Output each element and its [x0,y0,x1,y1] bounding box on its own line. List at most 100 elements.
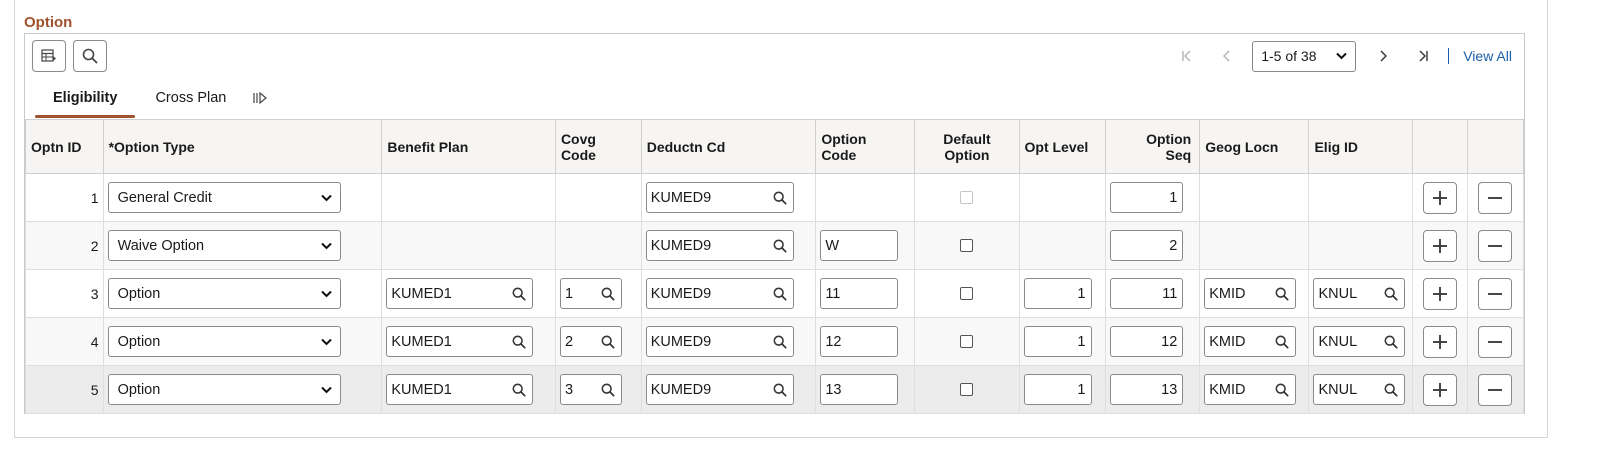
elig-id-prompt[interactable]: KNUL [1313,326,1406,357]
option-seq-value: 13 [1161,381,1178,398]
col-header-optn-id: Optn ID [25,119,104,174]
tab-cross-plan[interactable]: Cross Plan [135,88,244,120]
add-row-button[interactable] [1422,373,1457,406]
covg-code-prompt[interactable]: 1 [559,278,622,309]
previous-page-button[interactable] [1212,41,1242,71]
option-seq-field[interactable]: 11 [1110,278,1184,309]
search-icon [1275,383,1289,397]
benefit-plan-prompt[interactable]: KUMED1 [386,278,534,309]
deductn-cd-value: KUMED9 [650,189,712,206]
option-type-select[interactable]: General Credit [107,182,341,213]
option-code-cell: 13 [815,365,916,414]
default-option-cell [914,221,1020,270]
deductn-cd-prompt[interactable]: KUMED9 [645,230,794,261]
opt-level-field[interactable]: 1 [1023,326,1092,357]
option-type-select[interactable]: Option [107,326,341,357]
delete-row-button[interactable] [1478,277,1513,310]
option-seq-field[interactable]: 13 [1110,374,1184,405]
delete-row-button[interactable] [1478,229,1513,262]
chevron-left-icon [1223,50,1230,62]
header-line: Code [560,146,596,163]
covg-code-cell: 1 [554,269,642,318]
opt-level-cell [1018,221,1107,270]
add-row-cell [1411,221,1468,270]
default-option-checkbox[interactable] [960,239,974,252]
default-option-checkbox[interactable] [960,287,974,300]
option-code-field[interactable]: 11 [820,278,899,309]
header-line: Default [943,130,991,147]
opt-level-cell [1018,173,1107,222]
search-icon [82,48,98,64]
option-seq-field[interactable]: 1 [1110,182,1184,213]
opt-level-field[interactable]: 1 [1023,374,1092,405]
geog-locn-prompt[interactable]: KMID [1204,326,1297,357]
last-page-icon [1419,50,1428,62]
geog-locn-value: KMID [1209,381,1246,398]
last-page-button[interactable] [1408,41,1438,71]
show-all-columns-button[interactable] [244,88,276,120]
add-row-button[interactable] [1422,277,1457,310]
default-option-cell [914,173,1020,222]
option-type-select[interactable]: Option [107,278,341,309]
opt-level-value: 1 [1077,285,1086,302]
add-row-cell [1411,365,1468,414]
benefit-plan-prompt[interactable]: KUMED1 [386,374,534,405]
deductn-cd-prompt[interactable]: KUMED9 [645,182,794,213]
option-code-field[interactable]: 12 [820,326,899,357]
option-code-field[interactable]: 13 [820,374,899,405]
view-all-link[interactable]: View All [1463,48,1512,64]
option-seq-cell: 2 [1105,221,1201,270]
default-option-checkbox[interactable] [960,383,974,396]
col-header-option-type: *Option Type [102,119,383,174]
header-line: Option [1146,130,1192,147]
find-button[interactable] [73,40,107,72]
deductn-cd-cell: KUMED9 [640,269,817,318]
benefit-plan-cell: KUMED1 [381,317,556,366]
elig-id-cell: KNUL [1308,365,1413,414]
grid-tabs: Eligibility Cross Plan [35,88,276,120]
personalize-grid-button[interactable] [32,40,66,72]
page-range-select[interactable]: 1-5 of 38 [1252,40,1357,72]
geog-locn-prompt[interactable]: KMID [1204,278,1297,309]
chevron-down-icon [320,386,332,393]
add-row-button[interactable] [1422,181,1457,214]
geog-locn-cell: KMID [1199,269,1310,318]
covg-code-prompt[interactable]: 2 [559,326,622,357]
pager-divider [1448,48,1450,64]
benefit-plan-prompt[interactable]: KUMED1 [386,326,534,357]
elig-id-value: KNUL [1318,285,1358,302]
delete-row-button[interactable] [1478,373,1513,406]
benefit-plan-value: KUMED1 [391,381,452,398]
option-seq-field[interactable]: 2 [1110,230,1184,261]
option-type-select[interactable]: Waive Option [107,230,341,261]
add-row-button[interactable] [1422,229,1457,262]
next-page-button[interactable] [1368,41,1398,71]
search-icon [512,383,526,397]
deductn-cd-prompt[interactable]: KUMED9 [645,374,794,405]
tab-eligibility[interactable]: Eligibility [35,88,136,120]
deductn-cd-prompt[interactable]: KUMED9 [645,326,794,357]
delete-row-button[interactable] [1478,181,1513,214]
delete-row-cell [1466,221,1525,270]
geog-locn-prompt[interactable]: KMID [1204,374,1297,405]
benefit-plan-value: KUMED1 [391,333,452,350]
default-option-checkbox[interactable] [960,335,974,348]
covg-code-prompt[interactable]: 3 [559,374,622,405]
option-code-field[interactable]: W [820,230,899,261]
elig-id-prompt[interactable]: KNUL [1313,278,1406,309]
elig-id-prompt[interactable]: KNUL [1313,374,1406,405]
geog-locn-cell: KMID [1199,317,1310,366]
delete-row-cell [1466,173,1525,222]
option-seq-field[interactable]: 12 [1110,326,1184,357]
first-page-button[interactable] [1172,41,1202,71]
chevron-down-icon [320,290,332,297]
option-type-select[interactable]: Option [107,374,341,405]
add-row-button[interactable] [1422,325,1457,358]
covg-code-value: 2 [564,333,574,350]
option-seq-cell: 1 [1105,173,1201,222]
opt-level-field[interactable]: 1 [1023,278,1092,309]
delete-row-cell [1466,317,1525,366]
deductn-cd-prompt[interactable]: KUMED9 [645,278,794,309]
delete-row-button[interactable] [1478,325,1513,358]
show-all-columns-icon [253,91,268,105]
